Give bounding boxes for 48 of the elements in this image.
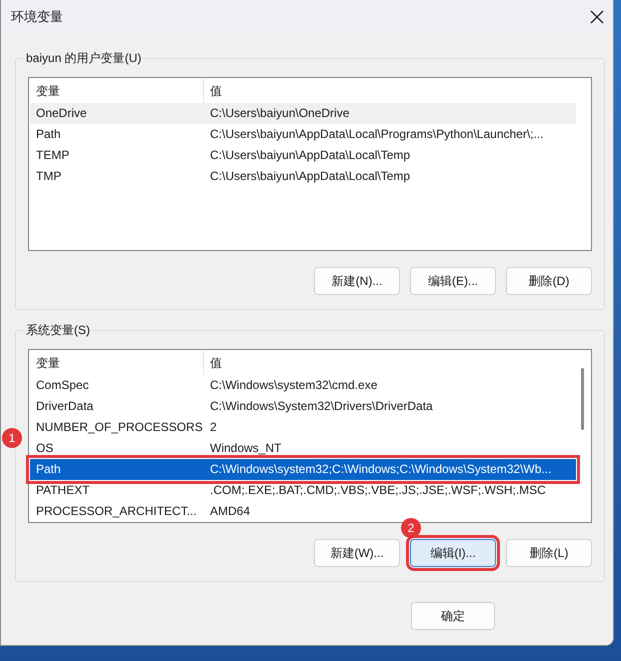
variable-row[interactable]: OS Windows_NT: [30, 438, 576, 459]
window-title: 环境变量: [11, 8, 63, 26]
table-cell-text: OS: [35, 440, 54, 457]
variable-row[interactable]: TMP C:\Users\baiyun\AppData\Local\Temp: [30, 166, 576, 187]
ok-button[interactable]: 确定: [411, 602, 495, 630]
table-cell-text: C:\Users\baiyun\AppData\Local\Programs\Python\Launcher\;...: [209, 126, 545, 143]
action-button[interactable]: 编辑(E)...: [410, 267, 496, 295]
table-cell-text: C:\Windows\system32;C:\Windows;C:\Windows\System32\Wb...: [209, 461, 552, 478]
action-button[interactable]: 新建(N)...: [314, 267, 400, 295]
variable-row[interactable]: TEMP C:\Users\baiyun\AppData\Local\Temp: [30, 145, 576, 166]
variable-row[interactable]: Path C:\Windows\system32;C:\Windows;C:\Windows\System32\Wb...: [30, 459, 576, 480]
variable-list[interactable]: 变量 值 OneDrive C:\Users\baiyun\OneDrive Path C:\Users\baiyun\AppData\Local\Programs\Python\Launcher\;... TEMP C:\Users\baiyun\AppData\Local\Temp TMP C:\Users\baiyun\AppData\Local\Temp: [28, 77, 592, 251]
column-header[interactable]: 值: [204, 351, 576, 375]
table-cell-text: C:\Windows\System32\Drivers\DriverData: [209, 398, 434, 415]
table-cell-text: Path: [35, 461, 62, 478]
table-cell-text: 2: [209, 419, 218, 436]
table-cell-text: PROCESSOR_ARCHITECT...: [35, 503, 198, 520]
table-cell-text: Path: [35, 126, 62, 143]
table-cell-text: C:\Users\baiyun\OneDrive: [209, 105, 350, 122]
action-button[interactable]: 删除(L): [506, 539, 592, 567]
table-cell-text: TEMP: [35, 147, 70, 164]
table-cell-text: AMD64: [209, 503, 252, 520]
table-cell-text: Windows_NT: [209, 440, 282, 457]
table-cell-text: C:\Users\baiyun\AppData\Local\Temp: [209, 168, 412, 185]
variable-row[interactable]: NUMBER_OF_PROCESSORS 2: [30, 417, 576, 438]
step-badge: 1: [2, 428, 22, 448]
table-cell-text: OneDrive: [35, 105, 88, 122]
table-cell-text: PATHEXT: [35, 482, 91, 499]
column-header[interactable]: 值: [204, 79, 576, 103]
scrollbar-thumb[interactable]: [581, 368, 584, 430]
group-label: 系统变量(S): [24, 322, 92, 339]
table-cell-text: C:\Users\baiyun\AppData\Local\Temp: [209, 147, 412, 164]
variable-row[interactable]: PATHEXT .COM;.EXE;.BAT;.CMD;.VBS;.VBE;.JS;.JSE;.WSF;.WSH;.MSC: [30, 480, 576, 501]
table-cell-text: .COM;.EXE;.BAT;.CMD;.VBS;.VBE;.JS;.JSE;.WSF;.WSH;.MSC: [209, 482, 547, 499]
variable-row[interactable]: DriverData C:\Windows\System32\Drivers\DriverData: [30, 396, 576, 417]
action-button[interactable]: 新建(W)...: [314, 539, 400, 567]
table-cell-text: TMP: [35, 168, 62, 185]
table-cell-text: NUMBER_OF_PROCESSORS: [35, 419, 204, 436]
group-label: baiyun 的用户变量(U): [24, 50, 144, 67]
close-icon[interactable]: [590, 10, 604, 24]
table-cell-text: C:\Windows\system32\cmd.exe: [209, 377, 378, 394]
table-cell-text: ComSpec: [35, 377, 90, 394]
column-header[interactable]: 变量: [30, 351, 204, 375]
variable-row[interactable]: OneDrive C:\Users\baiyun\OneDrive: [30, 103, 576, 124]
action-button[interactable]: 删除(D): [506, 267, 592, 295]
variable-row[interactable]: Path C:\Users\baiyun\AppData\Local\Programs\Python\Launcher\;...: [30, 124, 576, 145]
variable-row[interactable]: ComSpec C:\Windows\system32\cmd.exe: [30, 375, 576, 396]
table-cell-text: DriverData: [35, 398, 94, 415]
